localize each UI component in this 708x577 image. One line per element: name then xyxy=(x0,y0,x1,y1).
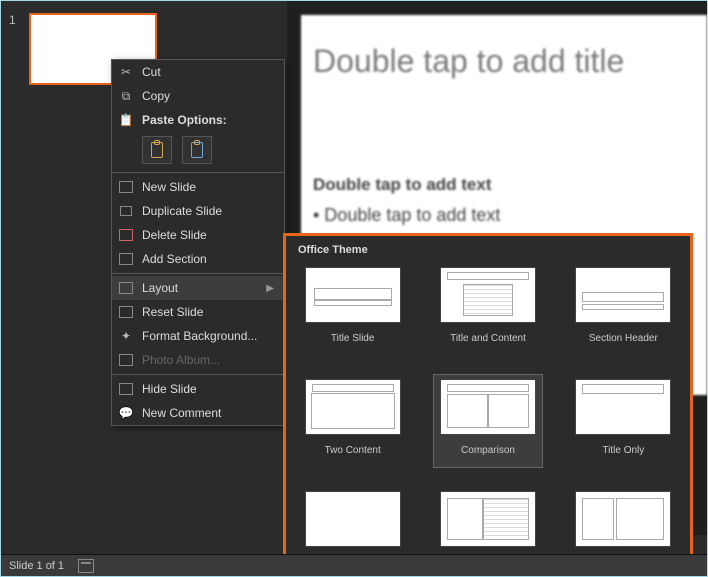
separator xyxy=(112,374,284,375)
layout-caption: Title and Content xyxy=(450,327,526,351)
menu-new-slide-label: New Slide xyxy=(142,180,196,194)
layout-two-content[interactable]: Two Content xyxy=(298,374,407,468)
menu-add-section[interactable]: Add Section xyxy=(112,247,284,271)
comment-icon: 💬 xyxy=(118,405,134,421)
hide-icon xyxy=(118,381,134,397)
layout-caption: Title Slide xyxy=(331,327,375,351)
layout-preview xyxy=(305,267,401,323)
separator xyxy=(112,273,284,274)
layout-preview xyxy=(305,379,401,435)
status-bar: Slide 1 of 1 xyxy=(1,554,707,576)
menu-format-bg-label: Format Background... xyxy=(142,329,257,343)
menu-copy-label: Copy xyxy=(142,89,170,103)
format-bg-icon: ✦ xyxy=(118,328,134,344)
notes-icon[interactable] xyxy=(78,559,94,573)
layout-comparison[interactable]: Comparison xyxy=(433,374,542,468)
app-window: 1 Double tap to add title Double tap to … xyxy=(0,0,708,577)
menu-photo-album-label: Photo Album... xyxy=(142,353,220,367)
context-menu: ✂ Cut ⧉ Copy 📋 Paste Options: New Slide Dup… xyxy=(111,59,285,426)
menu-paste-header: 📋 Paste Options: xyxy=(112,108,284,132)
layout-preview xyxy=(305,491,401,547)
layout-caption: Two Content xyxy=(325,439,381,463)
layout-preview xyxy=(440,491,536,547)
layout-preview xyxy=(575,491,671,547)
menu-duplicate-label: Duplicate Slide xyxy=(142,204,222,218)
menu-duplicate-slide[interactable]: Duplicate Slide xyxy=(112,199,284,223)
copy-icon: ⧉ xyxy=(118,88,134,104)
layout-section-header[interactable]: Section Header xyxy=(569,262,678,356)
body-placeholder[interactable]: • Double tap to add text xyxy=(313,205,500,226)
menu-paste-label: Paste Options: xyxy=(142,113,227,127)
menu-photo-album: Photo Album... xyxy=(112,348,284,372)
section-icon xyxy=(118,251,134,267)
reset-icon xyxy=(118,304,134,320)
menu-delete-slide[interactable]: Delete Slide xyxy=(112,223,284,247)
menu-new-slide[interactable]: New Slide xyxy=(112,175,284,199)
paste-options xyxy=(112,132,284,170)
layout-preview xyxy=(440,267,536,323)
layout-preview xyxy=(575,267,671,323)
title-placeholder[interactable]: Double tap to add title xyxy=(313,29,699,93)
menu-delete-label: Delete Slide xyxy=(142,228,207,242)
clipboard-icon: 📋 xyxy=(118,112,134,128)
menu-format-background[interactable]: ✦ Format Background... xyxy=(112,324,284,348)
clipboard-picture-icon xyxy=(191,142,203,158)
menu-hide-slide[interactable]: Hide Slide xyxy=(112,377,284,401)
new-slide-icon xyxy=(118,179,134,195)
slide-number: 1 xyxy=(9,13,16,27)
layout-caption: Title Only xyxy=(602,439,644,463)
layout-title-slide[interactable]: Title Slide xyxy=(298,262,407,356)
status-slide-count: Slide 1 of 1 xyxy=(9,560,64,572)
menu-copy[interactable]: ⧉ Copy xyxy=(112,84,284,108)
menu-add-section-label: Add Section xyxy=(142,252,207,266)
menu-cut-label: Cut xyxy=(142,65,161,79)
menu-layout-label: Layout xyxy=(142,281,178,295)
menu-reset-label: Reset Slide xyxy=(142,305,203,319)
delete-icon xyxy=(118,227,134,243)
clipboard-small-icon xyxy=(151,142,163,158)
photo-album-icon xyxy=(118,352,134,368)
chevron-right-icon: ▶ xyxy=(266,283,274,294)
menu-new-comment-label: New Comment xyxy=(142,406,221,420)
duplicate-icon xyxy=(118,203,134,219)
menu-reset-slide[interactable]: Reset Slide xyxy=(112,300,284,324)
paste-keep-source[interactable] xyxy=(142,136,172,164)
menu-layout[interactable]: Layout ▶ xyxy=(112,276,284,300)
layout-flyout: Office Theme Title Slide Title and Conte… xyxy=(283,233,693,559)
layout-caption: Comparison xyxy=(461,439,515,463)
layout-title-only[interactable]: Title Only xyxy=(569,374,678,468)
menu-hide-label: Hide Slide xyxy=(142,382,197,396)
layout-icon xyxy=(118,280,134,296)
layout-title-and-content[interactable]: Title and Content xyxy=(433,262,542,356)
menu-new-comment[interactable]: 💬 New Comment xyxy=(112,401,284,425)
scissors-icon: ✂ xyxy=(118,64,134,80)
separator xyxy=(112,172,284,173)
layout-caption: Section Header xyxy=(589,327,658,351)
layout-grid: Title Slide Title and Content Section He… xyxy=(298,262,678,577)
menu-cut[interactable]: ✂ Cut xyxy=(112,60,284,84)
paste-picture[interactable] xyxy=(182,136,212,164)
subtitle-placeholder[interactable]: Double tap to add text xyxy=(313,175,492,195)
layout-preview xyxy=(575,379,671,435)
layout-preview xyxy=(440,379,536,435)
layout-flyout-header: Office Theme xyxy=(298,244,678,256)
